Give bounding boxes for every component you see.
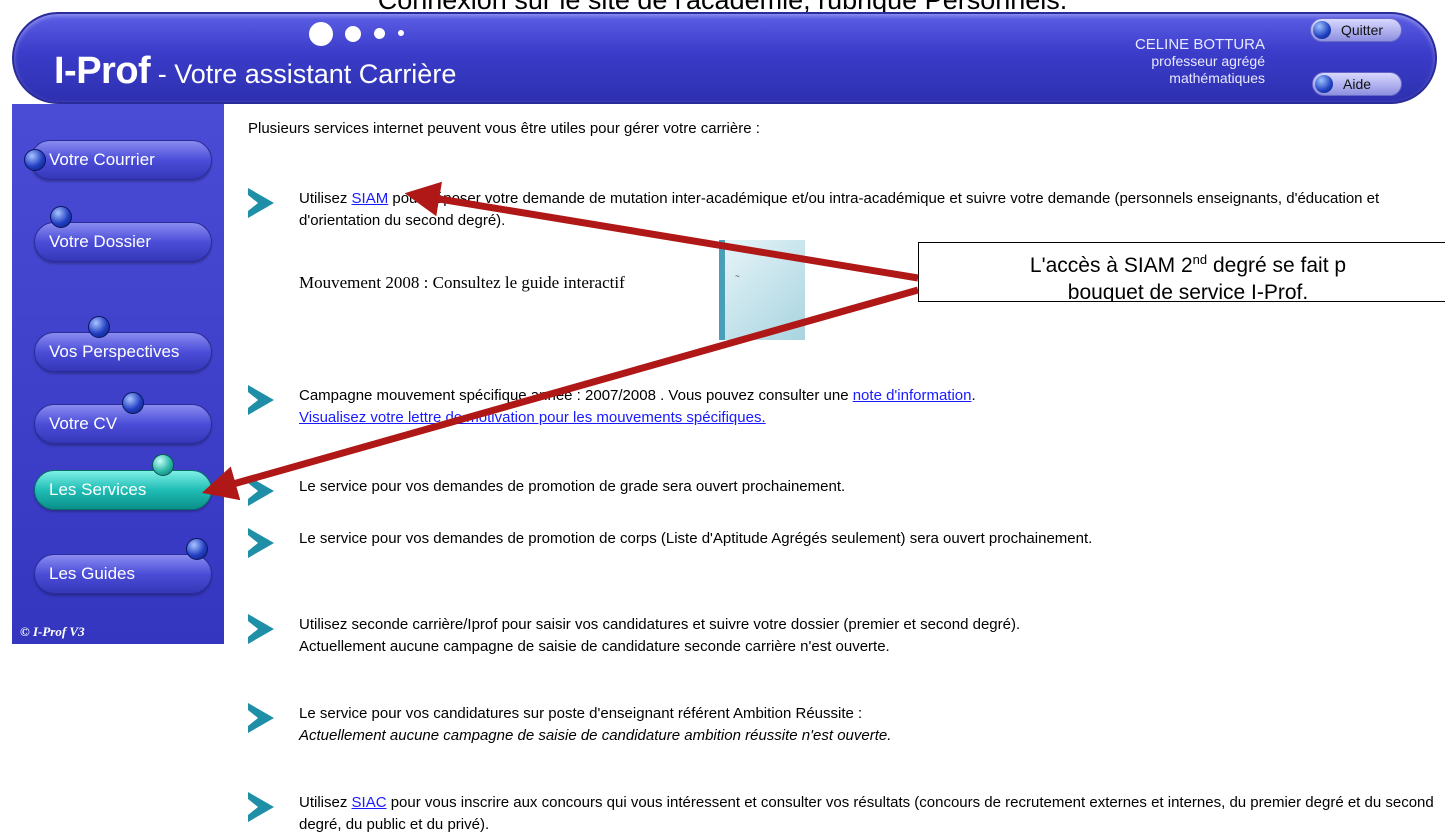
sidebar-item-perspectives[interactable]: Vos Perspectives <box>34 332 212 372</box>
sidebar-item-courrier[interactable]: Votre Courrier <box>30 140 212 180</box>
intro-text: Plusieurs services internet peuvent vous… <box>248 120 760 137</box>
item-text: Le service pour vos demandes de promotio… <box>299 530 1093 547</box>
logo-dot-1 <box>309 22 333 46</box>
item-text-after: pour déposer votre demande de mutation i… <box>299 190 1380 229</box>
item-text-after: pour vous inscrire aux concours qui vous… <box>299 794 1434 833</box>
sidebar-item-dossier[interactable]: Votre Dossier <box>34 222 212 262</box>
item-line: Utilisez seconde carrière/Iprof pour sai… <box>299 616 1021 633</box>
quit-label: Quitter <box>1341 22 1384 38</box>
dossier-ball-icon <box>50 206 72 228</box>
user-name: CELINE BOTTURA <box>1134 36 1265 53</box>
item-text: Utilisez seconde carrière/Iprof pour sai… <box>299 614 1439 658</box>
siac-link[interactable]: SIAC <box>352 794 387 811</box>
bullet-arrow-icon <box>248 385 274 415</box>
app-header: I-Prof - Votre assistant Carrière CELINE… <box>12 12 1437 104</box>
services-ball-icon <box>152 454 174 476</box>
item-text-before: Utilisez <box>299 190 352 207</box>
sidebar: Votre Courrier Votre Dossier Vos Perspec… <box>12 104 224 644</box>
item-text: Le service pour vos demandes de promotio… <box>299 478 846 495</box>
item-text: Utilisez SIAM pour déposer votre demande… <box>299 188 1439 232</box>
sidebar-item-cv[interactable]: Votre CV <box>34 404 212 444</box>
quit-ball-icon <box>1313 21 1331 39</box>
user-info: CELINE BOTTURA professeur agrégé mathéma… <box>1135 36 1265 87</box>
sidebar-item-label: Votre Courrier <box>49 150 155 169</box>
item-line-end: . <box>971 387 976 404</box>
logo-brand: I-Prof <box>54 50 151 92</box>
callout-sup: nd <box>1192 252 1208 267</box>
help-label: Aide <box>1343 76 1372 92</box>
sidebar-item-label: Les Guides <box>49 564 135 583</box>
thumbnail-caption: ~ <box>735 272 740 281</box>
user-subject: mathématiques <box>1169 70 1265 86</box>
bullet-arrow-icon <box>248 703 274 733</box>
sidebar-item-label: Vos Perspectives <box>49 342 180 361</box>
item-line: Campagne mouvement spécifique année : 20… <box>299 387 853 404</box>
sidebar-item-guides[interactable]: Les Guides <box>34 554 212 594</box>
sidebar-item-services[interactable]: Les Services <box>34 470 212 510</box>
sidebar-item-label: Les Services <box>49 480 147 499</box>
bullet-arrow-icon <box>248 188 274 218</box>
app-logo: I-Prof - Votre assistant Carrière <box>54 50 456 93</box>
item-text: Campagne mouvement spécifique année : 20… <box>299 385 1439 429</box>
callout-text-line2: bouquet de service I-Prof. <box>1067 281 1309 302</box>
guide-thumbnail[interactable]: ~ <box>719 240 805 340</box>
copyright: © I-Prof V3 <box>20 624 85 639</box>
logo-dot-2 <box>345 26 361 42</box>
item-text: Utilisez SIAC pour vous inscrire aux con… <box>299 792 1439 834</box>
siam-link[interactable]: SIAM <box>352 190 389 207</box>
perspectives-ball-icon <box>88 316 110 338</box>
guides-ball-icon <box>186 538 208 560</box>
lettre-motivation-link[interactable]: Visualisez votre lettre de motivation po… <box>299 409 766 426</box>
user-role: professeur agrégé <box>1151 53 1265 69</box>
note-link[interactable]: note d'information <box>853 387 972 404</box>
logo-dot-4 <box>398 30 404 36</box>
callout-box: L'accès à SIAM 2nd degré se fait p bouqu… <box>918 242 1445 302</box>
logo-subtitle: - Votre assistant Carrière <box>150 59 457 89</box>
help-ball-icon <box>1315 75 1333 93</box>
item-line: Le service pour vos candidatures sur pos… <box>299 705 863 722</box>
guide-text: Mouvement 2008 : Consultez le guide inte… <box>299 273 625 292</box>
bullet-arrow-icon <box>248 614 274 644</box>
callout-text-a: L'accès à SIAM 2 <box>1029 254 1193 277</box>
sidebar-item-label: Votre Dossier <box>49 232 152 251</box>
courrier-ball-icon <box>24 149 46 171</box>
help-button[interactable]: Aide <box>1312 72 1402 96</box>
bullet-arrow-icon <box>248 528 274 558</box>
cv-ball-icon <box>122 392 144 414</box>
callout-text-b: degré se fait p <box>1207 254 1347 277</box>
item-line: Actuellement aucune campagne de saisie d… <box>299 638 890 655</box>
item-line-italic: Actuellement aucune campagne de saisie d… <box>299 727 892 744</box>
quit-button[interactable]: Quitter <box>1310 18 1402 42</box>
item-text-before: Utilisez <box>299 794 352 811</box>
item-text: Le service pour vos candidatures sur pos… <box>299 703 1439 747</box>
logo-dot-3 <box>374 28 385 39</box>
bullet-arrow-icon <box>248 476 274 506</box>
bullet-arrow-icon <box>248 792 274 822</box>
sidebar-item-label: Votre CV <box>49 414 118 433</box>
